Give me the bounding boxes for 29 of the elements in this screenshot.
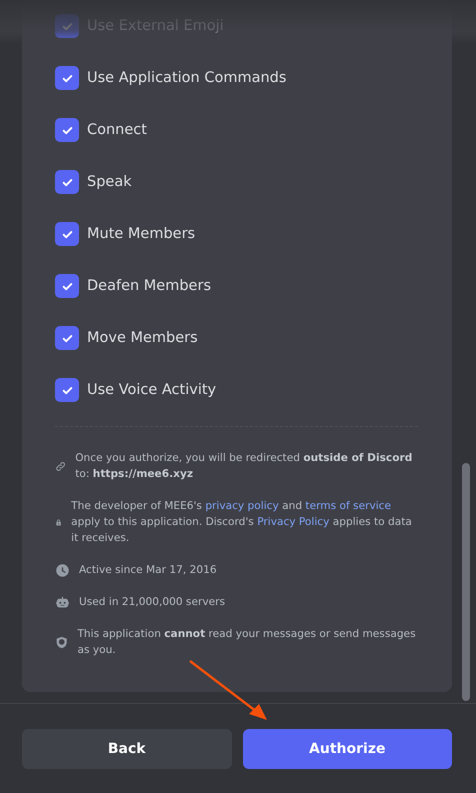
checkbox[interactable] xyxy=(55,66,79,90)
info-text: Used in 21,000,000 servers xyxy=(79,595,225,610)
permission-label: Speak xyxy=(87,174,132,190)
info-text: Once you authorize, you will be redirected outside of Discord to: https://mee6.xyz xyxy=(75,451,414,482)
info-text: This application cannot read your messages or send messages as you. xyxy=(77,627,417,658)
permission-label: Use Application Commands xyxy=(87,70,286,86)
info-text: The developer of MEE6's privacy policy and terms of service apply to this application. Discord's Privacy Policy applies to data it receives. xyxy=(71,499,413,546)
checkbox[interactable] xyxy=(55,274,79,298)
policy-link[interactable]: privacy policy xyxy=(205,500,279,512)
permission-label: Connect xyxy=(87,122,147,138)
checkbox[interactable] xyxy=(55,118,79,142)
checkbox[interactable] xyxy=(55,170,79,194)
checkbox[interactable] xyxy=(55,326,79,350)
back-button[interactable]: Back xyxy=(22,729,232,769)
shield-icon xyxy=(55,634,68,650)
scrollbar-thumb[interactable] xyxy=(462,463,470,701)
checkbox[interactable] xyxy=(55,222,79,246)
info-text: Active since Mar 17, 2016 xyxy=(79,563,217,578)
clock-icon xyxy=(55,562,70,578)
checkbox[interactable] xyxy=(55,378,79,402)
checkbox[interactable] xyxy=(55,14,79,38)
permission-label: Move Members xyxy=(87,330,198,346)
policy-link[interactable]: Privacy Policy xyxy=(257,516,330,528)
authorize-button[interactable]: Authorize xyxy=(242,729,452,769)
policy-link[interactable]: terms of service xyxy=(305,500,391,512)
permission-label: Use Voice Activity xyxy=(87,382,216,398)
permission-label: Deafen Members xyxy=(87,278,211,294)
permission-label: Mute Members xyxy=(87,226,196,242)
robot-icon xyxy=(55,594,70,610)
